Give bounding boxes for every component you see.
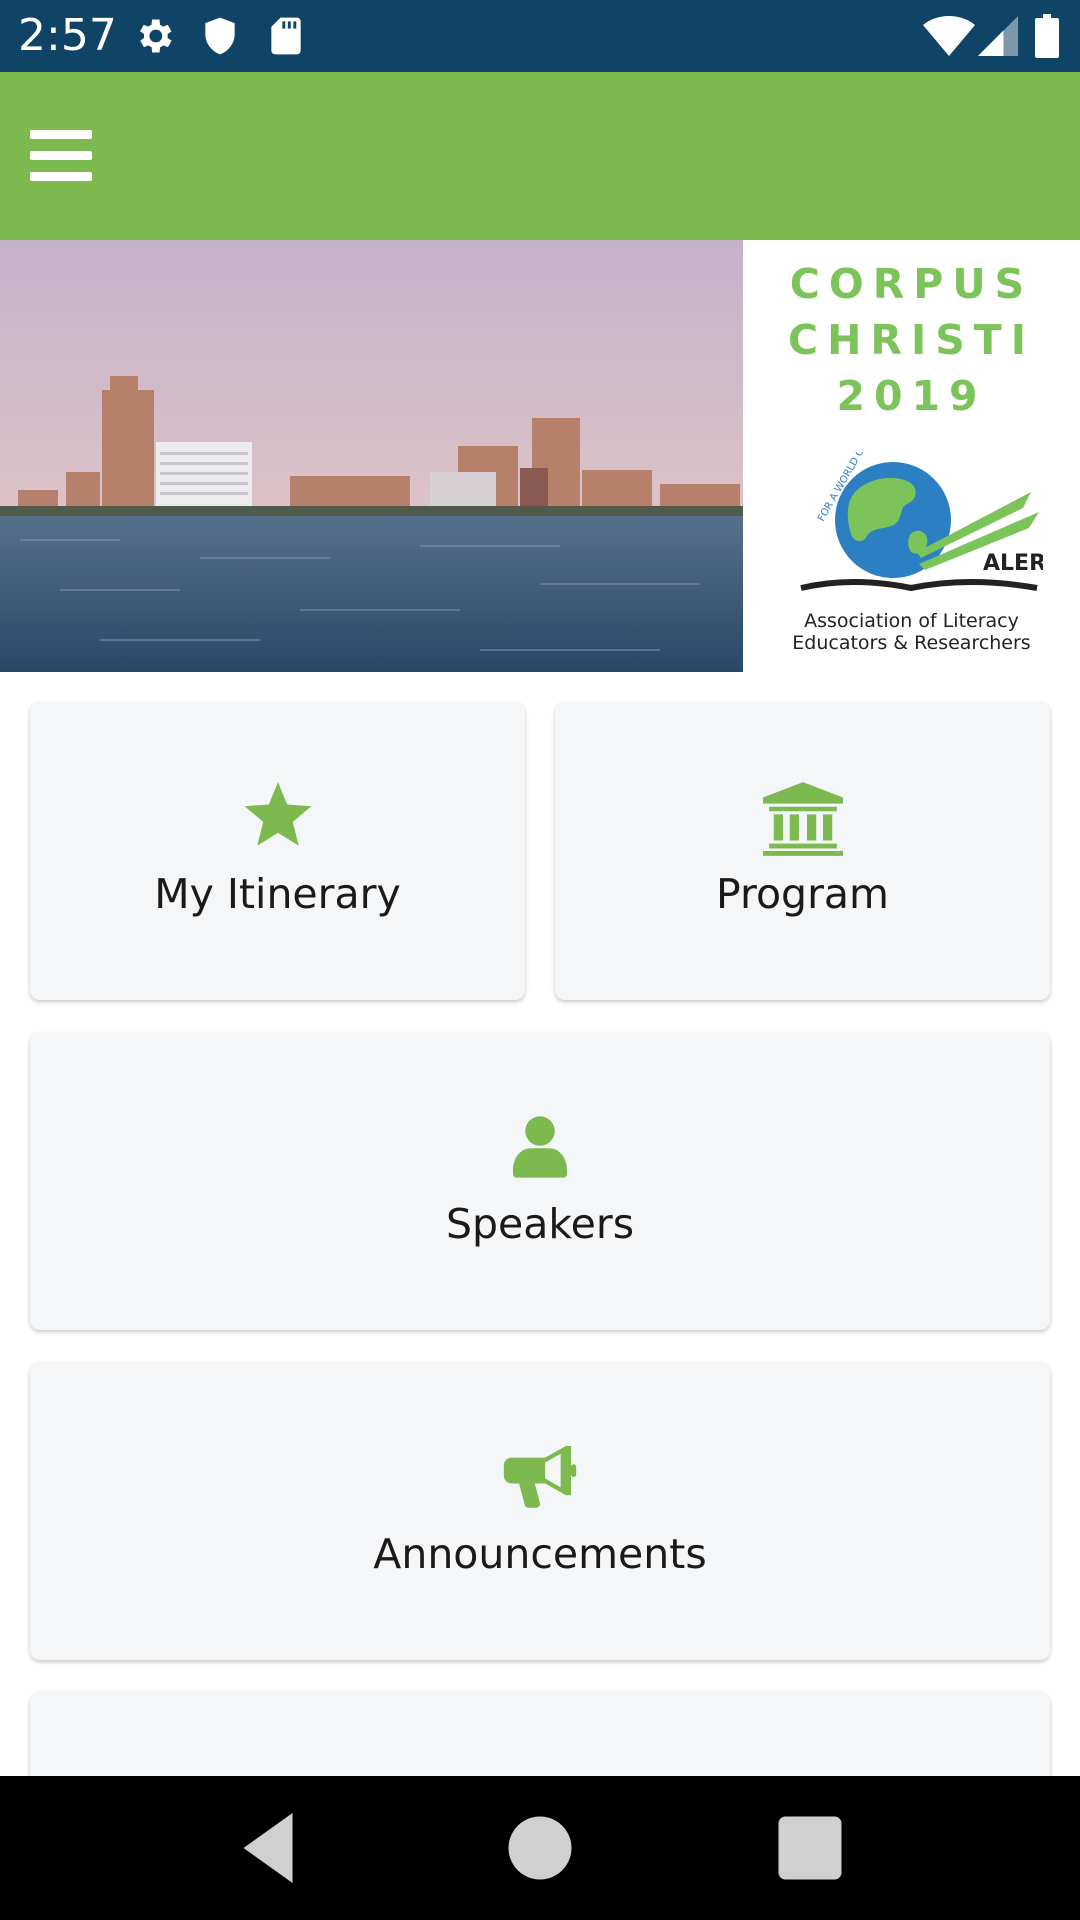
hamburger-menu-icon bbox=[30, 130, 92, 139]
hamburger-menu-button[interactable] bbox=[20, 120, 102, 192]
conference-branding: CORPUS CHRISTI 2019 ALER FOR A WORLD OF … bbox=[743, 240, 1080, 672]
announcements-card[interactable]: Announcements bbox=[30, 1362, 1050, 1660]
battery-icon bbox=[1035, 14, 1059, 58]
speakers-label: Speakers bbox=[445, 1200, 635, 1248]
back-icon[interactable] bbox=[226, 1806, 310, 1890]
program-card[interactable]: Program bbox=[555, 702, 1050, 1000]
person-icon bbox=[513, 1116, 567, 1178]
megaphone-icon bbox=[503, 1446, 577, 1508]
city-name-line-1: CORPUS bbox=[789, 260, 1034, 308]
hamburger-line bbox=[30, 172, 92, 181]
speakers-card[interactable]: Speakers bbox=[30, 1032, 1050, 1330]
institution-icon bbox=[762, 782, 843, 856]
gear-icon bbox=[140, 19, 172, 53]
status-bar: 2:57 bbox=[0, 0, 1080, 72]
city-name-line-2: CHRISTI bbox=[788, 316, 1035, 364]
org-name-line-2: Educators & Researchers bbox=[792, 632, 1031, 654]
conference-banner: CORPUS CHRISTI 2019 ALER FOR A WORLD OF … bbox=[0, 240, 1080, 672]
aler-logo: ALER FOR A WORLD OF LITERACY bbox=[800, 452, 1043, 592]
corpus-christi-skyline-photo bbox=[0, 240, 743, 672]
cell-signal-icon bbox=[978, 16, 1018, 56]
system-navigation-bar bbox=[0, 1776, 1080, 1920]
home-icon[interactable] bbox=[498, 1806, 582, 1890]
org-name-line-1: Association of Literacy bbox=[804, 610, 1019, 632]
status-time: 2:57 bbox=[18, 10, 117, 61]
shield-icon bbox=[205, 17, 235, 55]
announcements-label: Announcements bbox=[373, 1530, 707, 1578]
app-bar bbox=[0, 72, 1080, 240]
conference-year: 2019 bbox=[836, 372, 987, 420]
star-icon bbox=[244, 782, 311, 846]
aler-logo-name: ALER bbox=[983, 551, 1043, 576]
my-itinerary-label: My Itinerary bbox=[154, 870, 401, 918]
my-itinerary-card[interactable]: My Itinerary bbox=[30, 702, 525, 1000]
program-label: Program bbox=[716, 870, 889, 918]
recents-icon[interactable] bbox=[768, 1806, 852, 1890]
sd-card-icon bbox=[271, 17, 301, 55]
wifi-icon bbox=[923, 16, 975, 56]
hamburger-line bbox=[30, 151, 92, 160]
